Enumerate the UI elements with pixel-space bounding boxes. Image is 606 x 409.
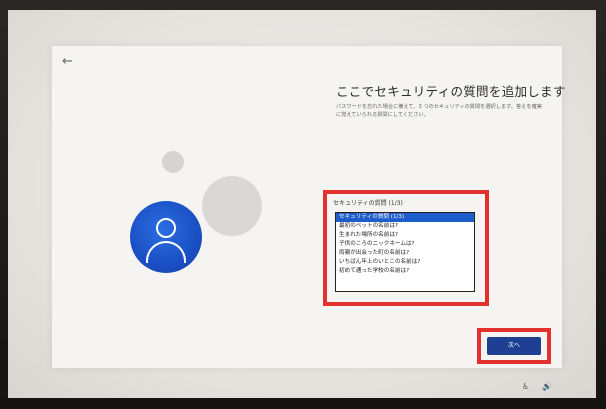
question-option[interactable]: いちばん年上のいとこの名前は? [336, 258, 474, 267]
user-avatar-icon [130, 201, 202, 273]
security-question-label: セキュリティの質問 (1/3) [333, 200, 403, 207]
question-option[interactable]: 両親が出会った町の名前は? [336, 249, 474, 258]
volume-icon[interactable]: 🔊 [542, 382, 552, 391]
avatar-head-shape [156, 218, 176, 238]
decorative-avatar-shadow [202, 176, 262, 236]
next-button[interactable]: 次へ [487, 337, 541, 355]
page-description: パスワードを忘れた場合に備えて、3 つのセキュリティの質問を選択します。答えを確… [336, 104, 542, 118]
screen: ← ここでセキュリティの質問を追加します パスワードを忘れた場合に備えて、3 つ… [8, 10, 596, 398]
setup-panel: ← ここでセキュリティの質問を追加します パスワードを忘れた場合に備えて、3 つ… [52, 46, 566, 368]
security-question-highlight: セキュリティの質問 (1/3) セキュリティの質問 (1/3) 最初のペットの名… [323, 190, 489, 306]
question-option[interactable]: 子供のころのニックネームは? [336, 240, 474, 249]
question-option[interactable]: 生まれた場所の名前は? [336, 231, 474, 240]
question-option[interactable]: 初めて通った学校の名前は? [336, 267, 474, 276]
page-title: ここでセキュリティの質問を追加します [336, 84, 566, 99]
accessibility-icon[interactable]: ♿ [522, 382, 529, 391]
question-option[interactable]: セキュリティの質問 (1/3) [336, 213, 474, 222]
next-button-highlight: 次へ [477, 328, 551, 364]
security-question-dropdown-list[interactable]: セキュリティの質問 (1/3) 最初のペットの名前は? 生まれた場所の名前は? … [335, 212, 475, 292]
back-arrow-icon[interactable]: ← [62, 54, 78, 70]
avatar-body-shape [146, 241, 186, 263]
decorative-circle [162, 151, 184, 173]
question-option[interactable]: 最初のペットの名前は? [336, 222, 474, 231]
